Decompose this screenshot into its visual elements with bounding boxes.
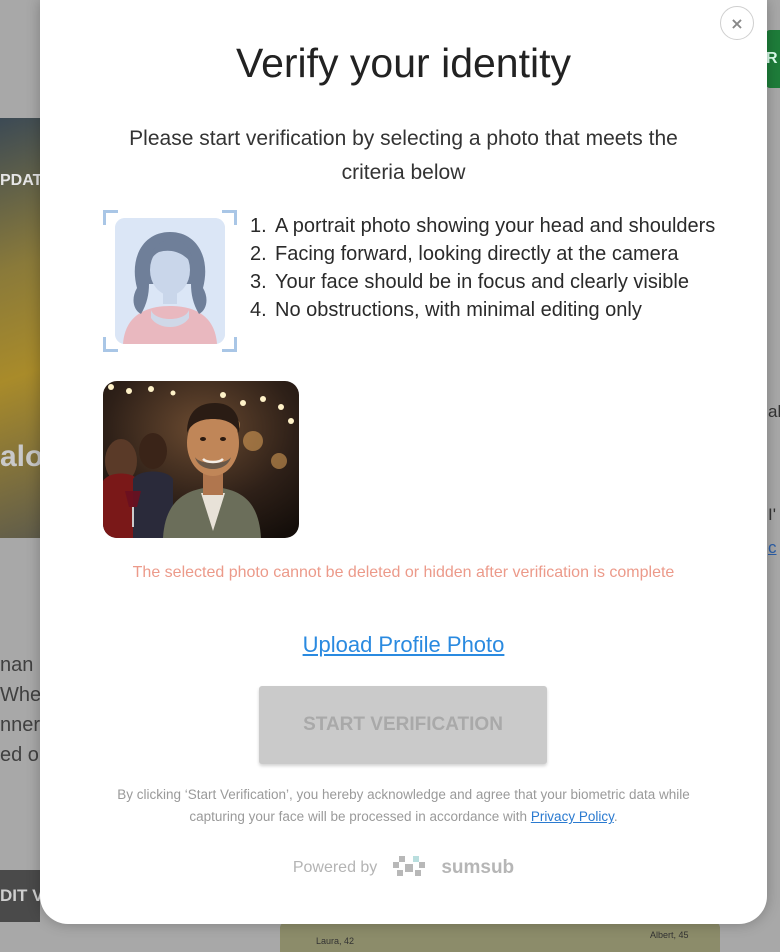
criteria-number: 1. <box>250 215 267 237</box>
portrait-placeholder-icon <box>115 218 225 344</box>
criteria-text: Your face should be in focus and clearly… <box>275 271 689 293</box>
photo-lock-warning: The selected photo cannot be deleted or … <box>132 564 675 581</box>
start-verification-button[interactable]: START VERIFICATION <box>259 686 547 764</box>
criteria-number: 3. <box>250 271 267 293</box>
criteria-text: No obstructions, with minimal editing on… <box>275 299 642 321</box>
upload-profile-photo-link[interactable]: Upload Profile Photo <box>40 632 767 658</box>
background-thumbnail-strip: Laura, 42 Albert, 45 <box>280 922 720 952</box>
background-thumb-label: Albert, 45 <box>650 930 689 940</box>
background-edit-button: DIT V <box>0 870 40 922</box>
criteria-item: 2. Facing forward, looking directly at t… <box>250 240 720 268</box>
background-left-line: nner <box>0 714 41 736</box>
portrait-frame <box>103 210 237 352</box>
biometric-consent-notice: By clicking ‘Start Verification’, you he… <box>100 784 707 828</box>
powered-by-footer: Powered by sumsub <box>40 852 767 884</box>
criteria-item: 4. No obstructions, with minimal editing… <box>250 296 720 324</box>
background-left-line: Whet <box>0 684 42 706</box>
background-left-line: nan <box>0 654 34 676</box>
background-left-text: nan Whet nner ed o <box>0 650 42 770</box>
selected-profile-photo[interactable] <box>103 381 299 538</box>
background-right-text: I' <box>768 505 776 524</box>
consent-text-end: . <box>613 809 618 824</box>
photo-criteria-list: 1. A portrait photo showing your head an… <box>250 212 720 324</box>
verify-identity-modal: × Verify your identity Please start veri… <box>40 0 767 924</box>
frame-corner <box>222 210 237 225</box>
background-hero-badge: PDAT <box>0 172 43 189</box>
background-right-link: c <box>768 538 777 557</box>
sumsub-logo-icon <box>389 852 429 885</box>
close-button[interactable]: × <box>720 6 754 40</box>
modal-title: Verify your identity <box>236 40 571 86</box>
criteria-number: 4. <box>250 299 267 321</box>
powered-by-label: Powered by <box>292 859 378 876</box>
background-green-button: R <box>766 30 780 88</box>
background-right-text: al <box>768 402 780 421</box>
criteria-text: Facing forward, looking directly at the … <box>275 243 679 265</box>
close-icon: × <box>730 13 744 33</box>
modal-subtitle: Please start verification by selecting a… <box>129 127 678 184</box>
criteria-item: 3. Your face should be in focus and clea… <box>250 268 720 296</box>
criteria-item: 1. A portrait photo showing your head an… <box>250 212 720 240</box>
brand-name: sumsub <box>441 857 515 878</box>
privacy-policy-link[interactable]: Privacy Policy <box>531 809 614 824</box>
background-hero-text: alo <box>0 440 44 473</box>
background-thumb-label: Laura, 42 <box>316 936 355 946</box>
background-left-line: ed o <box>0 744 39 766</box>
frame-corner <box>222 337 237 352</box>
criteria-number: 2. <box>250 243 267 265</box>
criteria-text: A portrait photo showing your head and s… <box>275 215 716 237</box>
